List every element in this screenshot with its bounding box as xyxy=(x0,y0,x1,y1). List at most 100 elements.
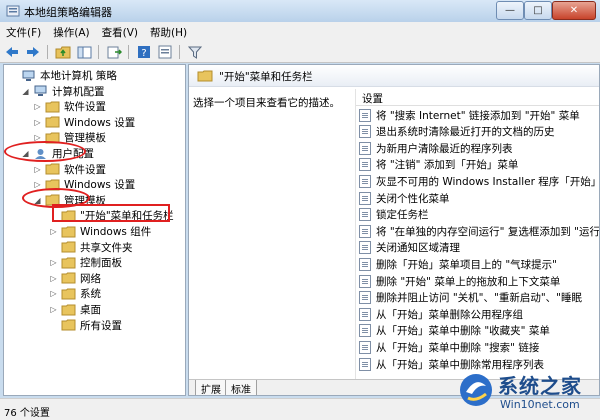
export-list-icon[interactable] xyxy=(105,43,123,61)
folder-icon xyxy=(197,70,213,82)
folder-up-icon[interactable] xyxy=(54,43,72,61)
details-pane: "开始"菜单和任务栏 选择一个项目来查看它的描述。 设置 将 "搜索 Inter… xyxy=(188,64,600,396)
collapsed-arrow-icon[interactable]: ▷ xyxy=(33,133,42,142)
collapsed-arrow-icon[interactable]: ▷ xyxy=(33,102,42,111)
collapsed-arrow-icon[interactable]: ▷ xyxy=(49,258,58,267)
collapsed-arrow-icon[interactable]: ▷ xyxy=(33,165,42,174)
policy-setting-icon xyxy=(359,174,371,188)
folder-icon xyxy=(61,319,76,331)
menu-file[interactable]: 文件(F) xyxy=(0,22,47,42)
help-icon[interactable]: ? xyxy=(135,43,153,61)
menu-action[interactable]: 操作(A) xyxy=(47,22,95,42)
tree-item[interactable]: ▷ Windows 设置 xyxy=(33,177,135,192)
setting-row[interactable]: 关闭通知区域清理 xyxy=(356,240,599,256)
collapsed-arrow-icon[interactable]: ▷ xyxy=(33,118,42,127)
folder-icon xyxy=(45,132,60,144)
collapsed-arrow-icon[interactable]: ▷ xyxy=(49,305,58,314)
maximize-button[interactable]: □ xyxy=(524,1,552,20)
setting-row[interactable]: 将 "在单独的内存空间运行" 复选框添加到 "运行 xyxy=(356,223,600,239)
tree-item[interactable]: ▷ 网络 xyxy=(49,271,101,286)
tree-item-label: 桌面 xyxy=(80,304,101,316)
folder-icon xyxy=(45,116,60,128)
setting-label: 关闭个性化菜单 xyxy=(376,192,450,205)
setting-row[interactable]: 删除 "开始" 菜单上的拖放和上下文菜单 xyxy=(356,273,599,289)
setting-row[interactable]: 退出系统时清除最近打开的文档的历史 xyxy=(356,124,599,140)
minimize-button[interactable]: — xyxy=(496,1,524,20)
collapsed-arrow-icon[interactable]: ▷ xyxy=(49,274,58,283)
setting-row[interactable]: 删除并阻止访问 "关机"、"重新启动"、"睡眠 xyxy=(356,290,599,306)
setting-row[interactable]: 将 "注销" 添加到「开始」菜单 xyxy=(356,157,599,173)
folder-icon xyxy=(61,257,76,269)
menu-help[interactable]: 帮助(H) xyxy=(144,22,193,42)
tab-extended[interactable]: 扩展 xyxy=(195,380,227,395)
tree-item[interactable]: ▷ 控制面板 xyxy=(49,255,122,270)
details-title: "开始"菜单和任务栏 xyxy=(219,71,313,83)
collapsed-arrow-icon[interactable]: ▷ xyxy=(33,180,42,189)
forward-arrow-icon[interactable] xyxy=(24,43,42,61)
tree-item[interactable]: ◢ 管理模板 xyxy=(33,193,106,208)
setting-row[interactable]: 将 "搜索 Internet" 链接添加到 "开始" 菜单 xyxy=(356,107,599,123)
tree-item[interactable]: 所有设置 xyxy=(49,318,122,333)
show-hide-tree-icon[interactable] xyxy=(75,43,93,61)
tree-item-label: 控制面板 xyxy=(80,257,122,270)
setting-row[interactable]: 为新用户清除最近的程序列表 xyxy=(356,140,599,156)
menu-view[interactable]: 查看(V) xyxy=(96,22,144,42)
collapsed-arrow-icon[interactable]: ▷ xyxy=(49,227,58,236)
tree-item-label: Windows 设置 xyxy=(64,179,136,192)
tree-item-label: 软件设置 xyxy=(64,163,106,176)
tree-item-label: 网络 xyxy=(80,272,101,285)
setting-label: 将 "搜索 Internet" 链接添加到 "开始" 菜单 xyxy=(376,109,580,122)
tree-item[interactable]: ▷ 软件设置 xyxy=(33,99,106,114)
setting-row[interactable]: 从「开始」菜单中删除 "搜索" 链接 xyxy=(356,339,599,355)
collapsed-arrow-icon[interactable]: ▷ xyxy=(49,289,58,298)
properties-icon[interactable] xyxy=(156,43,174,61)
folder-icon xyxy=(61,226,76,237)
tree-item[interactable]: ▷ 软件设置 xyxy=(33,162,106,177)
expanded-arrow-icon[interactable]: ◢ xyxy=(21,87,30,96)
setting-label: 退出系统时清除最近打开的文档的历史 xyxy=(376,126,555,139)
tree-item[interactable]: ◢ 计算机配置 xyxy=(21,84,105,99)
tree-item[interactable]: ▷ 系统 xyxy=(49,286,101,301)
tree-pane[interactable]: 本地计算机 策略 ◢ 计算机配置 ▷ 软件设置 ▷ Windows 设置 ▷ 管理模板 ◢ 用户配置… xyxy=(3,64,186,396)
tree-item[interactable]: ▷ Windows 组件 xyxy=(49,224,151,239)
expanded-arrow-icon[interactable]: ◢ xyxy=(21,149,30,158)
tree-item[interactable]: ◢ 用户配置 xyxy=(21,146,94,161)
tree-item[interactable]: ▷ 管理模板 xyxy=(33,130,106,145)
policy-setting-icon xyxy=(359,224,371,238)
tab-standard[interactable]: 标准 xyxy=(225,380,257,395)
tree-item[interactable]: ▷ Windows 设置 xyxy=(33,115,135,130)
tree-item[interactable]: ▷ 桌面 xyxy=(49,302,101,317)
tree-item-label: 系统 xyxy=(80,288,101,301)
policy-setting-icon xyxy=(359,191,371,205)
setting-row[interactable]: 关闭个性化菜单 xyxy=(356,190,599,206)
tree-item[interactable]: 共享文件夹 xyxy=(49,240,133,255)
setting-row[interactable]: 从「开始」菜单中删除 "收藏夹" 菜单 xyxy=(356,323,599,339)
title-bar[interactable]: 本地组策略编辑器 — □ ✕ xyxy=(0,0,600,22)
setting-label: 将 "在单独的内存空间运行" 复选框添加到 "运行 xyxy=(376,225,600,238)
policy-setting-icon xyxy=(359,241,371,255)
setting-label: 从「开始」菜单删除公用程序组 xyxy=(376,308,523,321)
setting-row[interactable]: 灰显不可用的 Windows Installer 程序「开始」菜 xyxy=(356,173,599,189)
filter-icon[interactable] xyxy=(186,43,204,61)
setting-row[interactable]: 锁定任务栏 xyxy=(356,207,599,223)
setting-label: 锁定任务栏 xyxy=(376,209,429,222)
expanded-arrow-icon[interactable]: ◢ xyxy=(33,196,42,205)
setting-label: 为新用户清除最近的程序列表 xyxy=(376,142,513,155)
column-header-settings[interactable]: 设置 xyxy=(356,89,599,106)
folder-icon xyxy=(61,288,76,300)
tree-item[interactable]: 本地计算机 策略 xyxy=(9,68,117,83)
setting-row[interactable]: 从「开始」菜单删除公用程序组 xyxy=(356,306,599,322)
policy-setting-icon xyxy=(359,125,371,139)
tree-item-label: 所有设置 xyxy=(80,319,122,332)
user-icon xyxy=(35,148,46,159)
policy-setting-icon xyxy=(359,324,371,338)
folder-icon xyxy=(61,304,76,315)
back-arrow-icon[interactable] xyxy=(3,43,21,61)
tree-item[interactable]: "开始"菜单和任务栏 xyxy=(49,208,174,223)
close-button[interactable]: ✕ xyxy=(552,1,596,20)
folder-icon xyxy=(45,194,60,206)
setting-row[interactable]: 删除「开始」菜单项目上的 "气球提示" xyxy=(356,256,599,272)
